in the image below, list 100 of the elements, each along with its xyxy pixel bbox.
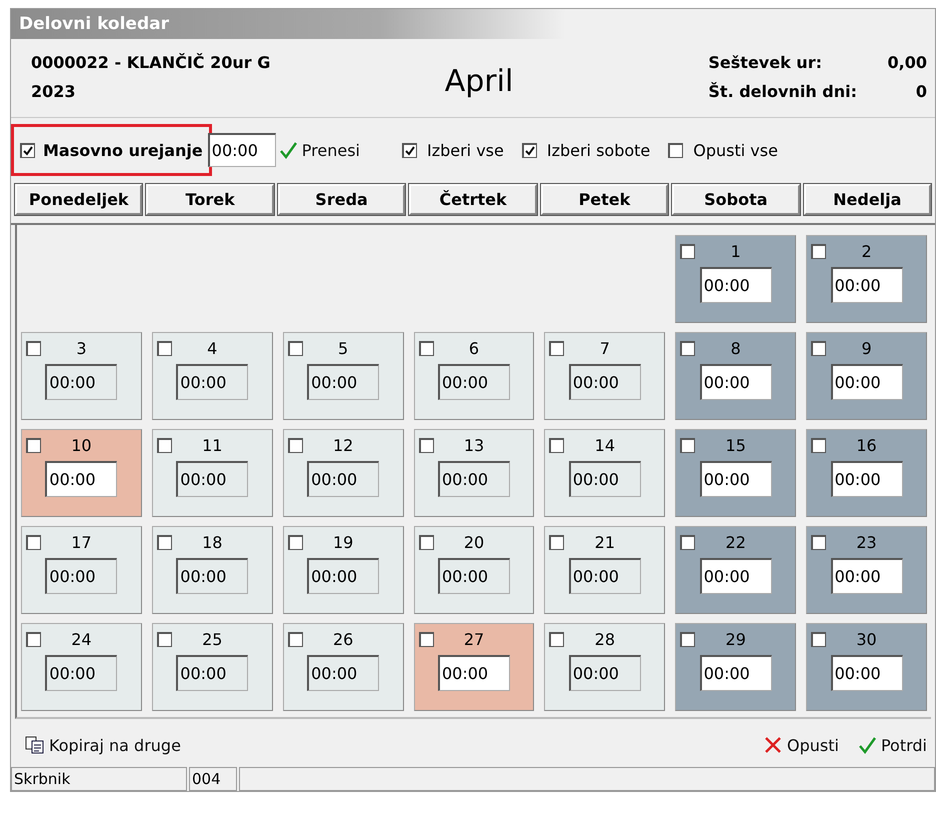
checkbox[interactable]	[680, 632, 696, 647]
year-label: 2023	[31, 82, 77, 101]
checkbox[interactable]	[418, 632, 434, 647]
day-number: 9	[861, 339, 872, 358]
day-number: 22	[726, 533, 746, 552]
check-icon	[856, 735, 877, 755]
hours-field[interactable]: 00:00	[176, 655, 248, 691]
hours-field[interactable]: 00:00	[700, 655, 772, 691]
checkbox[interactable]	[549, 438, 564, 453]
summary-label: Seštevek ur:	[708, 53, 823, 72]
hours-field[interactable]: 00:00	[438, 364, 510, 400]
hours-field[interactable]: 00:00	[830, 267, 903, 303]
checkbox[interactable]	[811, 535, 826, 550]
hours-field[interactable]: 00:00	[830, 364, 903, 400]
checkbox[interactable]	[288, 341, 303, 356]
hours-field[interactable]: 00:00	[307, 461, 380, 497]
checkbox[interactable]	[668, 142, 684, 158]
status-cell: Skrbnik	[11, 767, 187, 791]
checkbox[interactable]	[288, 438, 303, 453]
checkbox[interactable]	[522, 142, 537, 158]
day-number: 5	[338, 339, 348, 358]
mass-edit-label: Masovno urejanje	[43, 140, 203, 160]
hours-field[interactable]: 00:00	[45, 364, 118, 400]
hours-field[interactable]: 00:00	[45, 461, 118, 497]
checkbox[interactable]	[156, 438, 172, 453]
checkbox[interactable]	[811, 632, 826, 647]
hours-field[interactable]: 00:00	[176, 364, 248, 400]
checkbox[interactable]	[811, 438, 826, 453]
checkbox[interactable]	[26, 341, 41, 356]
time-field[interactable]: 00:00	[208, 133, 276, 167]
check-icon	[278, 140, 298, 160]
checkbox[interactable]	[680, 341, 696, 356]
hours-field[interactable]: 00:00	[438, 558, 510, 594]
weekday-header: Torek	[146, 184, 274, 215]
hours-field[interactable]: 00:00	[568, 655, 641, 691]
checkbox[interactable]	[418, 438, 434, 453]
hours-field[interactable]: 00:00	[830, 655, 903, 691]
hours-field[interactable]: 00:00	[700, 267, 772, 303]
copy-icon	[25, 736, 45, 754]
cancel-button[interactable]: Opusti	[761, 733, 841, 757]
day-number: 11	[202, 436, 222, 455]
day-number: 21	[594, 533, 616, 552]
apply-button[interactable]: Prenesi	[276, 138, 362, 162]
checkbox[interactable]	[26, 535, 41, 550]
checkbox[interactable]	[811, 341, 826, 356]
hours-field[interactable]: 00:00	[568, 461, 641, 497]
hours-field[interactable]: 00:00	[438, 461, 510, 497]
checkbox[interactable]	[811, 244, 826, 259]
checkbox[interactable]	[549, 341, 564, 356]
checkbox[interactable]	[418, 341, 434, 356]
day-number: 17	[71, 533, 92, 552]
checkbox[interactable]	[156, 632, 172, 647]
summary-value: 0,00	[886, 53, 927, 72]
checkbox[interactable]	[680, 438, 696, 453]
checkbox[interactable]	[680, 244, 696, 259]
toggle-label: Izberi vse	[426, 140, 504, 160]
checkbox[interactable]	[418, 535, 434, 550]
checkbox[interactable]	[156, 341, 172, 356]
checkbox[interactable]	[680, 535, 696, 550]
month-title: April	[444, 62, 514, 98]
checkbox[interactable]	[26, 632, 41, 647]
confirm-button[interactable]: Potrdi	[854, 733, 929, 757]
day-number: 26	[332, 630, 354, 649]
checkbox[interactable]	[156, 535, 172, 550]
copy-button[interactable]: Kopiraj na druge	[23, 734, 183, 756]
checkbox[interactable]	[288, 535, 303, 550]
hours-field[interactable]: 00:00	[307, 558, 380, 594]
day-number: 27	[464, 630, 484, 649]
checkbox[interactable]	[26, 438, 41, 453]
hours-field[interactable]: 00:00	[307, 655, 380, 691]
hours-field[interactable]: 00:00	[700, 364, 772, 400]
hours-field[interactable]: 00:00	[830, 558, 903, 594]
checkbox[interactable]	[20, 142, 35, 158]
checkbox[interactable]	[288, 632, 303, 647]
day-number: 4	[207, 339, 218, 358]
day-number: 8	[730, 339, 741, 358]
hours-field[interactable]: 00:00	[568, 364, 641, 400]
checkbox[interactable]	[549, 632, 564, 647]
weekday-header: Ponedeljek	[15, 184, 142, 215]
checkbox[interactable]	[402, 142, 417, 158]
weekday-header: Sreda	[278, 184, 406, 215]
hours-field[interactable]: 00:00	[307, 364, 380, 400]
day-number: 14	[594, 436, 616, 455]
day-number: 1	[730, 242, 741, 261]
day-number: 16	[856, 436, 877, 455]
weekday-header: Četrtek	[409, 184, 537, 215]
hours-field[interactable]: 00:00	[830, 461, 903, 497]
hours-field[interactable]: 00:00	[176, 461, 248, 497]
hours-field[interactable]: 00:00	[176, 558, 248, 594]
hours-field[interactable]: 00:00	[700, 558, 772, 594]
summary-label: Št. delovnih dni:	[708, 82, 857, 101]
hours-field[interactable]: 00:00	[45, 558, 118, 594]
hours-field[interactable]: 00:00	[438, 655, 510, 691]
hours-field[interactable]: 00:00	[700, 461, 772, 497]
hours-field[interactable]: 00:00	[568, 558, 641, 594]
hours-field[interactable]: 00:00	[45, 655, 118, 691]
day-number: 13	[464, 436, 484, 455]
checkbox[interactable]	[549, 535, 564, 550]
day-number: 29	[726, 630, 746, 649]
toggle-label: Izberi sobote	[546, 140, 650, 160]
